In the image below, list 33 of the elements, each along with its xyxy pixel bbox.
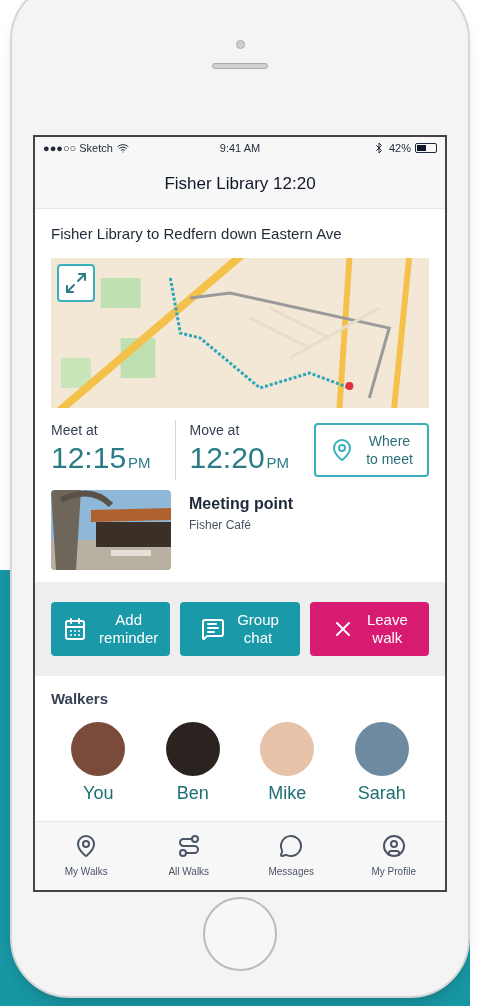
carrier-text: ●●●○○ Sketch [43, 140, 113, 156]
wifi-icon [116, 142, 129, 154]
expand-icon [64, 270, 88, 295]
speaker-icon [212, 63, 268, 69]
route-icon [176, 833, 201, 858]
clock-text: 9:41 AM [219, 140, 261, 156]
tab-bar-item[interactable]: My Profile [348, 833, 439, 879]
tab-bar-item[interactable]: Messages [246, 833, 337, 879]
where-to-meet-button[interactable]: Where to meet [313, 422, 429, 477]
time-label: Move at [189, 420, 241, 440]
camera-icon [235, 40, 245, 49]
battery-icon [415, 143, 437, 153]
route-title: Fisher Library to Redfern down Eastern Ave [51, 224, 343, 244]
screen-title: Fisher Library 12:20 [164, 172, 316, 195]
tab-bar-item[interactable]: All Walks [143, 833, 234, 879]
calendar-icon [63, 616, 88, 641]
profile-icon [381, 833, 406, 858]
tab-bar-item[interactable]: My Walks [41, 833, 132, 879]
meeting-point-title: Meeting point [189, 493, 293, 514]
walker-name: Sarah [357, 782, 406, 805]
walker-name: Ben [176, 782, 209, 805]
battery-text: 42% [388, 140, 411, 156]
walkers-title: Walkers [51, 688, 109, 709]
walker-name: You [83, 782, 114, 805]
time-value: 12:20PM [189, 440, 291, 476]
meeting-point-place: Fisher Café [189, 516, 253, 534]
expand-button[interactable] [57, 263, 95, 302]
walker-name: Mike [268, 782, 307, 805]
time-label: Meet at [51, 420, 99, 440]
time-value: 12:15 PM [51, 440, 152, 476]
chat-bubble-icon [279, 833, 304, 858]
chat-icon [201, 616, 226, 641]
action-button[interactable]: Leave walk [309, 601, 429, 656]
